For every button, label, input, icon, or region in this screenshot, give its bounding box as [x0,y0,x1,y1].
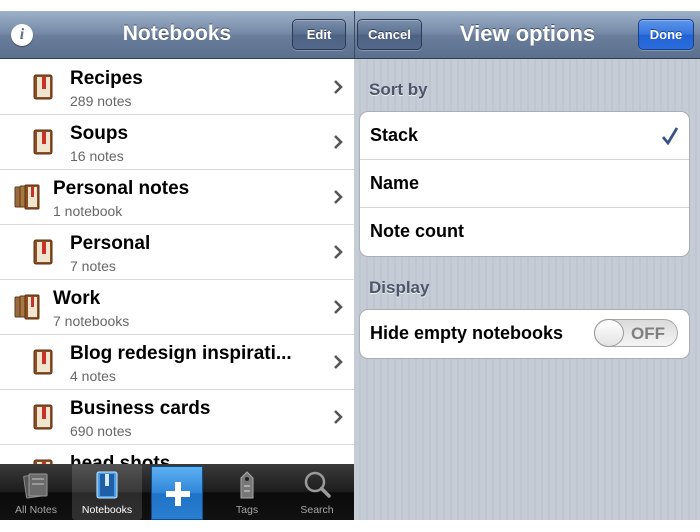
notebook-count: 4 notes [70,368,116,384]
notebook-name: Work [53,288,101,309]
sort-option-stack[interactable]: Stack [360,112,689,160]
notebook-stack-icon [14,294,40,320]
notebook-count: 1 notebook [53,203,123,219]
chevron-right-icon [334,410,343,424]
search-icon [304,471,331,498]
notebook-name: Soups [70,123,129,144]
chevron-right-icon [334,355,343,369]
add-note-button[interactable] [151,466,203,520]
hide-empty-toggle[interactable]: OFF [594,319,678,347]
option-label: Hide empty notebooks [370,323,564,343]
all-notes-icon [23,473,48,499]
view-options-panel: Cancel View options Done Sort by Stack N… [354,11,700,520]
sort-options-group: Stack Name Note count [359,111,690,257]
list-item[interactable]: Soups 16 notes [0,115,354,170]
tab-label: Search [300,504,334,516]
display-options-group: Hide empty notebooks OFF [359,309,690,359]
plus-icon [166,482,190,506]
hide-empty-notebooks-row: Hide empty notebooks OFF [360,310,689,358]
sort-option-note-count[interactable]: Note count [360,208,689,256]
list-item[interactable]: Recipes 289 notes [0,60,354,115]
tab-notebooks[interactable]: Notebooks [72,464,142,520]
list-item[interactable]: Personal notes 1 notebook [0,170,354,225]
notebooks-navbar: i Notebooks Edit [0,11,354,59]
notebook-count: 289 notes [70,93,132,109]
edit-button[interactable]: Edit [292,19,346,50]
sort-option-name[interactable]: Name [360,160,689,208]
tab-tags[interactable]: Tags [212,464,282,520]
notebook-count: 690 notes [70,423,132,439]
done-button[interactable]: Done [638,19,694,50]
tag-icon [240,471,254,499]
notebook-count: 16 notes [70,148,124,164]
notebook-count: 7 notebooks [53,313,130,329]
tab-label: Notebooks [81,504,133,516]
chevron-right-icon [334,135,343,149]
notebook-icon [33,239,53,265]
view-options-navbar: Cancel View options Done [354,11,700,59]
list-item[interactable]: Work 7 notebooks [0,280,354,335]
sort-by-heading: Sort by [369,80,428,99]
tab-search[interactable]: Search [282,464,352,520]
tab-bar: All Notes Notebooks Tags Search [0,464,354,520]
tab-label: All Notes [14,504,57,516]
display-heading: Display [369,278,430,297]
tab-label: Tags [235,504,259,516]
notebook-name: Personal notes [53,178,190,199]
list-item[interactable]: Personal 7 notes [0,225,354,280]
option-label: Name [370,173,420,193]
chevron-right-icon [334,80,343,94]
option-label: Note count [370,221,464,241]
notebook-icon [33,74,53,100]
checkmark-icon [662,127,678,145]
chevron-right-icon [334,190,343,204]
toggle-state: OFF [631,324,665,343]
chevron-right-icon [334,245,343,259]
list-item[interactable]: Business cards 690 notes [0,390,354,445]
notebook-icon [33,404,53,430]
notebook-name: Business cards [70,398,211,419]
option-label: Stack [370,125,419,145]
notebook-stack-icon [14,184,40,210]
notebook-icon [33,129,53,155]
notebook-name: Recipes [70,68,143,89]
notebook-icon [96,471,118,499]
notebook-count: 7 notes [70,258,116,274]
notebook-name: Blog redesign inspirati... [70,343,292,364]
tab-all-notes[interactable]: All Notes [1,464,71,520]
toggle-knob [594,319,624,347]
notebook-icon [33,349,53,375]
notebook-list: Recipes 289 notes Soups 16 notes Persona… [0,60,354,500]
notebooks-panel: i Notebooks Edit Recipes 289 notes Soups… [0,11,354,520]
notebook-name: Personal [70,233,151,254]
list-item[interactable]: Blog redesign inspirati... 4 notes [0,335,354,390]
chevron-right-icon [334,300,343,314]
